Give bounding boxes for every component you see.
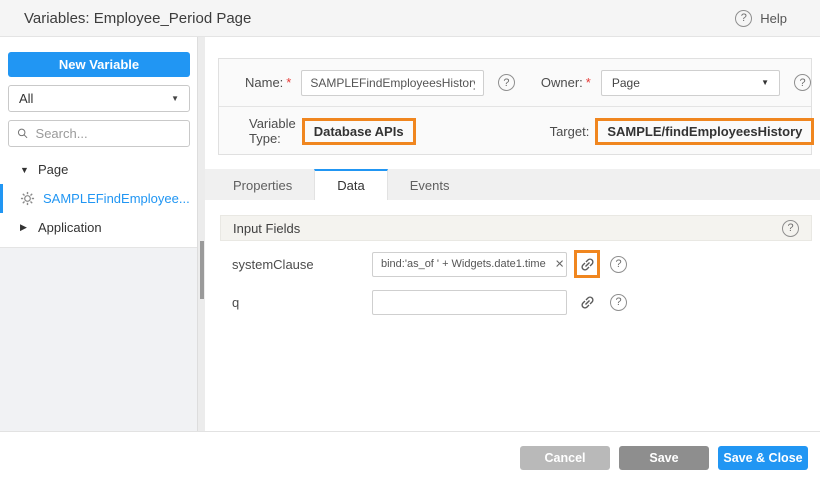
tree-node-selected-variable[interactable]: SAMPLEFindEmployee... [0, 184, 197, 213]
input-fields-header: Input Fields ? [220, 215, 812, 241]
sidebar-scrollbar-track[interactable] [197, 37, 205, 431]
owner-select[interactable]: Page ▼ [601, 70, 780, 96]
systemclause-help-icon[interactable]: ? [610, 256, 627, 273]
tree-node-application-label: Application [38, 220, 102, 235]
owner-required-marker: * [586, 75, 591, 90]
name-required-marker: * [286, 75, 291, 90]
bind-link-icon [575, 290, 599, 314]
owner-label: Owner: [541, 75, 583, 90]
tree-node-selected-label: SAMPLEFindEmployee... [43, 191, 190, 206]
q-label: q [232, 295, 372, 310]
new-variable-button[interactable]: New Variable [8, 52, 190, 77]
caret-down-icon[interactable]: ▼ [20, 165, 34, 175]
tab-data[interactable]: Data [314, 169, 387, 200]
q-bind-button[interactable] [574, 288, 600, 316]
sidebar-empty-area [0, 248, 197, 431]
name-help-icon[interactable]: ? [498, 74, 515, 91]
target-value-highlighted: SAMPLE/findEmployeesHistory [595, 118, 814, 145]
name-label: Name: [245, 75, 283, 90]
variables-dialog: Variables: Employee_Period Page ? Help N… [0, 0, 820, 489]
cancel-button[interactable]: Cancel [520, 446, 610, 470]
save-and-close-button[interactable]: Save & Close [718, 446, 808, 470]
systemclause-bind-button[interactable] [574, 250, 600, 278]
input-fields-help-icon[interactable]: ? [782, 220, 799, 237]
owner-value: Page [612, 76, 640, 90]
help-label: Help [760, 11, 787, 26]
tab-events[interactable]: Events [388, 169, 472, 200]
type-target-row: Variable Type: Database APIs Target: SAM… [219, 107, 811, 155]
chevron-down-icon: ▼ [761, 78, 769, 87]
q-input[interactable] [372, 290, 567, 315]
search-input[interactable] [36, 126, 181, 141]
tab-properties[interactable]: Properties [211, 169, 314, 200]
sidebar-scrollbar-thumb[interactable] [200, 241, 204, 299]
save-button[interactable]: Save [619, 446, 709, 470]
clear-binding-icon[interactable]: × [555, 257, 564, 272]
bind-link-icon [575, 252, 599, 276]
dialog-header: Variables: Employee_Period Page ? Help [0, 0, 820, 37]
field-row-systemclause: systemClause × ? [232, 250, 812, 278]
help-circle-icon[interactable]: ? [735, 10, 752, 27]
q-help-icon[interactable]: ? [610, 294, 627, 311]
caret-right-icon[interactable]: ▶ [20, 222, 34, 233]
variable-type-value-highlighted: Database APIs [302, 118, 416, 145]
variable-tree: ▼ Page SAMPLEFindEmployee... [0, 155, 197, 242]
systemclause-input[interactable] [372, 252, 567, 277]
variable-name-input[interactable] [301, 70, 484, 96]
variables-sidebar: New Variable All ▼ ▼ Page [0, 37, 197, 431]
variable-filter-value: All [19, 91, 33, 106]
tree-node-page[interactable]: ▼ Page [0, 155, 197, 184]
dialog-footer: Cancel Save Save & Close [0, 431, 820, 489]
variable-type-label: Variable Type: [249, 116, 296, 146]
input-fields-title: Input Fields [233, 221, 300, 236]
page-title: Variables: Employee_Period Page [24, 10, 251, 27]
variable-filter-select[interactable]: All ▼ [8, 85, 190, 112]
field-row-q: q ? [232, 288, 812, 316]
variable-detail-panel: Name: * ? Owner: * Page ▼ ? Variable Typ… [205, 37, 820, 431]
help-button[interactable]: ? Help [735, 10, 787, 27]
detail-tabbar: Properties Data Events [205, 169, 820, 200]
variable-search[interactable] [8, 120, 190, 147]
chevron-down-icon: ▼ [171, 94, 179, 103]
systemclause-label: systemClause [232, 257, 372, 272]
search-icon [17, 127, 29, 140]
service-variable-icon [20, 191, 35, 206]
name-owner-row: Name: * ? Owner: * Page ▼ ? [219, 59, 811, 107]
tree-node-application[interactable]: ▶ Application [0, 213, 197, 242]
tree-node-page-label: Page [38, 162, 68, 177]
target-label: Target: [550, 124, 590, 139]
variable-summary-panel: Name: * ? Owner: * Page ▼ ? Variable Typ… [218, 58, 812, 155]
owner-help-icon[interactable]: ? [794, 74, 811, 91]
